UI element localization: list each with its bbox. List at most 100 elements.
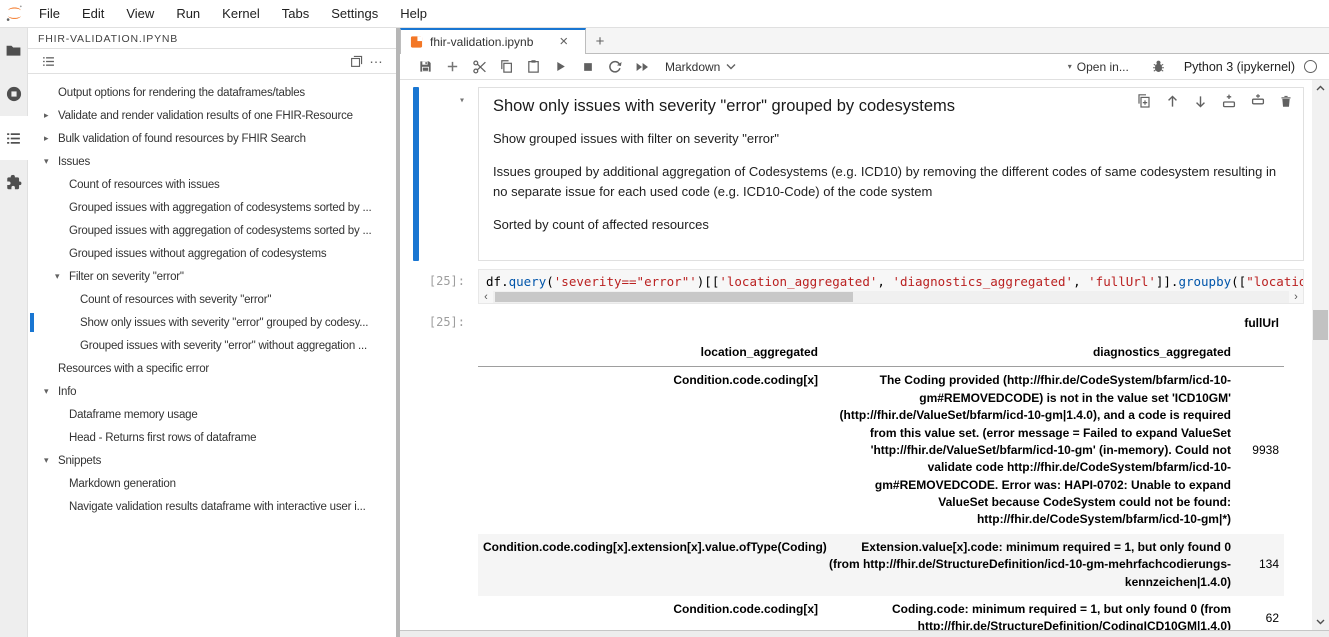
- heading-collapse-icon[interactable]: ▾: [459, 95, 465, 106]
- toc-item[interactable]: Navigate validation results dataframe wi…: [28, 495, 396, 518]
- toc-item[interactable]: ▸Validate and render validation results …: [28, 104, 396, 127]
- menu-tabs[interactable]: Tabs: [271, 0, 320, 27]
- run-cell-icon[interactable]: [547, 56, 574, 78]
- duplicate-cell-icon[interactable]: [1136, 93, 1152, 109]
- insert-cell-below-icon[interactable]: [1250, 93, 1266, 109]
- scrollbar-thumb[interactable]: [1313, 310, 1328, 340]
- paste-cells-icon[interactable]: [520, 56, 547, 78]
- toc-toolbar: …: [28, 49, 396, 74]
- scroll-up-icon[interactable]: [1312, 80, 1329, 96]
- copy-cells-icon[interactable]: [493, 56, 520, 78]
- menu-file[interactable]: File: [28, 0, 71, 27]
- markdown-cell[interactable]: ▾ Show only issues with severity "error"…: [400, 87, 1312, 261]
- delete-cell-icon[interactable]: [1279, 93, 1293, 109]
- cell-type-dropdown[interactable]: Markdown: [665, 60, 736, 74]
- horizontal-scrollbar[interactable]: ‹ ›: [479, 291, 1303, 303]
- tab-fhir-validation[interactable]: fhir-validation.ipynb ×: [400, 28, 586, 54]
- toc-item[interactable]: Resources with a specific error: [28, 357, 396, 380]
- main-area: fhir-validation.ipynb × +: [400, 28, 1329, 637]
- toc-item[interactable]: Grouped issues with severity "error" wit…: [28, 334, 396, 357]
- scroll-right-icon[interactable]: ›: [1289, 292, 1303, 302]
- caret-down-icon[interactable]: ▾: [44, 156, 58, 167]
- insert-cell-icon[interactable]: [439, 56, 466, 78]
- move-cell-down-icon[interactable]: [1193, 93, 1208, 109]
- code-cell[interactable]: [25]: df.query('severity=="error"')[['lo…: [400, 269, 1312, 304]
- menu-edit[interactable]: Edit: [71, 0, 115, 27]
- toc-item[interactable]: Dataframe memory usage: [28, 403, 396, 426]
- toc-item[interactable]: Output options for rendering the datafra…: [28, 81, 396, 104]
- toc-item[interactable]: ▾Info: [28, 380, 396, 403]
- table-of-contents-icon[interactable]: [0, 116, 28, 160]
- toc-item[interactable]: Count of resources with issues: [28, 173, 396, 196]
- caret-right-icon[interactable]: ▸: [44, 133, 58, 144]
- menu-settings[interactable]: Settings: [320, 0, 389, 27]
- code-token: query: [509, 274, 547, 289]
- caret-right-icon[interactable]: ▸: [44, 110, 58, 121]
- toc-item[interactable]: ▾Snippets: [28, 449, 396, 472]
- toc-item[interactable]: ▸Bulk validation of found resources by F…: [28, 127, 396, 150]
- tab-bar: fhir-validation.ipynb × +: [400, 28, 1329, 54]
- markdown-cell-content[interactable]: Show only issues with severity "error" g…: [478, 87, 1304, 261]
- move-cell-up-icon[interactable]: [1165, 93, 1180, 109]
- caret-down-icon[interactable]: ▾: [44, 386, 58, 397]
- scrollbar-track[interactable]: [493, 291, 1289, 303]
- files-icon[interactable]: [0, 28, 28, 72]
- toc-item[interactable]: ▾Issues: [28, 150, 396, 173]
- dataframe-output-table: fullUrl location_aggregated diagnostics_…: [478, 310, 1284, 630]
- debugger-bug-icon[interactable]: [1145, 56, 1172, 78]
- code-token: 'diagnostics_aggregated': [892, 274, 1073, 289]
- close-tab-icon[interactable]: ×: [559, 35, 568, 49]
- insert-cell-above-icon[interactable]: [1221, 93, 1237, 109]
- toc-item[interactable]: Show only issues with severity "error" g…: [28, 311, 396, 334]
- toc-item[interactable]: Head - Returns first rows of dataframe: [28, 426, 396, 449]
- extensions-icon[interactable]: [0, 160, 28, 204]
- new-tab-button[interactable]: +: [586, 29, 614, 53]
- cut-cells-icon[interactable]: [466, 56, 493, 78]
- toc-item-label: Markdown generation: [69, 478, 176, 490]
- interrupt-kernel-icon[interactable]: [574, 56, 601, 78]
- restart-kernel-icon[interactable]: [601, 56, 628, 78]
- running-sessions-icon[interactable]: [0, 72, 28, 116]
- code-line[interactable]: df.query('severity=="error"')[['location…: [479, 270, 1303, 291]
- toc-item[interactable]: Grouped issues with aggregation of codes…: [28, 196, 396, 219]
- scroll-down-icon[interactable]: [1312, 614, 1329, 630]
- menu-view[interactable]: View: [115, 0, 165, 27]
- save-icon[interactable]: [412, 56, 439, 78]
- menu-kernel[interactable]: Kernel: [211, 0, 271, 27]
- toc-item[interactable]: Count of resources with severity "error": [28, 288, 396, 311]
- cell-type-value: Markdown: [665, 60, 720, 74]
- kernel-name[interactable]: Python 3 (ipykernel): [1184, 60, 1295, 74]
- column-header-fullurl: fullUrl: [1236, 310, 1284, 339]
- scroll-left-icon[interactable]: ‹: [479, 292, 493, 302]
- toc-item-label: Head - Returns first rows of dataframe: [69, 432, 256, 444]
- toc-list-icon[interactable]: [38, 51, 58, 71]
- toc-item-label: Grouped issues without aggregation of co…: [69, 248, 326, 260]
- menu-bar: FileEditViewRunKernelTabsSettingsHelp: [0, 0, 1329, 28]
- cell-location-aggregated: Condition.code.coding[x]: [478, 367, 823, 534]
- code-token: groupby: [1178, 274, 1231, 289]
- open-in-dropdown[interactable]: ▾ Open in...: [1068, 60, 1129, 74]
- more-actions-icon[interactable]: …: [366, 51, 386, 71]
- caret-down-icon[interactable]: ▾: [44, 455, 58, 466]
- notebook-icon: [410, 35, 423, 49]
- menu-help[interactable]: Help: [389, 0, 438, 27]
- toc-item-label: Validate and render validation results o…: [58, 110, 353, 122]
- toc-item[interactable]: Grouped issues with aggregation of codes…: [28, 219, 396, 242]
- cell-fullurl-count: 62: [1236, 596, 1284, 630]
- restart-run-all-icon[interactable]: [628, 56, 655, 78]
- notebook-scroll-area: ▾ Show only issues with severity "error"…: [400, 80, 1312, 630]
- cell-fullurl-count: 134: [1236, 534, 1284, 596]
- toc-item[interactable]: Markdown generation: [28, 472, 396, 495]
- jupyter-logo-icon: [0, 3, 28, 24]
- code-editor[interactable]: df.query('severity=="error"')[['location…: [478, 269, 1304, 304]
- menu-run[interactable]: Run: [165, 0, 211, 27]
- toc-item[interactable]: Grouped issues without aggregation of co…: [28, 242, 396, 265]
- header-blank: [823, 310, 1236, 339]
- scrollbar-thumb[interactable]: [495, 292, 853, 302]
- caret-down-icon[interactable]: ▾: [55, 271, 69, 282]
- toc-item[interactable]: ▾Filter on severity "error": [28, 265, 396, 288]
- output-area: [25]: fullUrl: [400, 310, 1312, 630]
- vertical-scrollbar[interactable]: [1312, 80, 1329, 630]
- collapse-all-icon[interactable]: [346, 51, 366, 71]
- table-row: Condition.code.coding[x].extension[x].va…: [478, 534, 1284, 596]
